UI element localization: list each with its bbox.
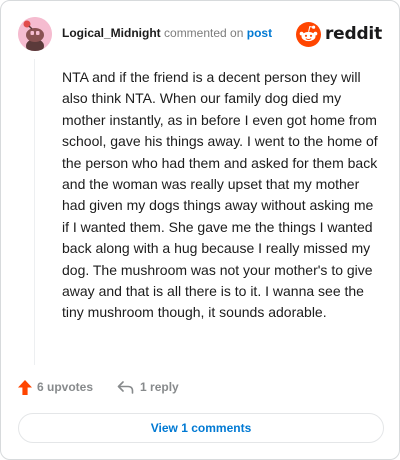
commented-on-text: commented on (164, 26, 244, 40)
thread-line[interactable] (34, 59, 35, 365)
comment-actions: 6 upvotes 1 reply (18, 377, 179, 397)
avatar[interactable] (18, 17, 52, 51)
arrow-up-icon (18, 379, 32, 395)
reddit-snoo-icon (295, 21, 321, 47)
upvote-button[interactable]: 6 upvotes (18, 379, 94, 395)
comment-body: NTA and if the friend is a decent person… (62, 69, 378, 321)
upvote-count: 6 upvotes (37, 380, 94, 394)
reply-icon (117, 380, 134, 394)
comment-card: Logical_Midnight commented on post reddi… (0, 0, 400, 460)
view-comments-button[interactable]: View 1 comments (18, 413, 384, 443)
snoo-avatar-icon (18, 17, 52, 51)
username-link[interactable]: Logical_Midnight (62, 26, 161, 40)
reply-count: 1 reply (140, 380, 179, 394)
reddit-wordmark: reddit (324, 24, 382, 44)
reply-button[interactable]: 1 reply (117, 380, 179, 394)
post-link[interactable]: post (247, 26, 272, 40)
comment-header: Logical_Midnight commented on post (62, 26, 272, 40)
reddit-logo[interactable]: reddit (295, 21, 382, 47)
